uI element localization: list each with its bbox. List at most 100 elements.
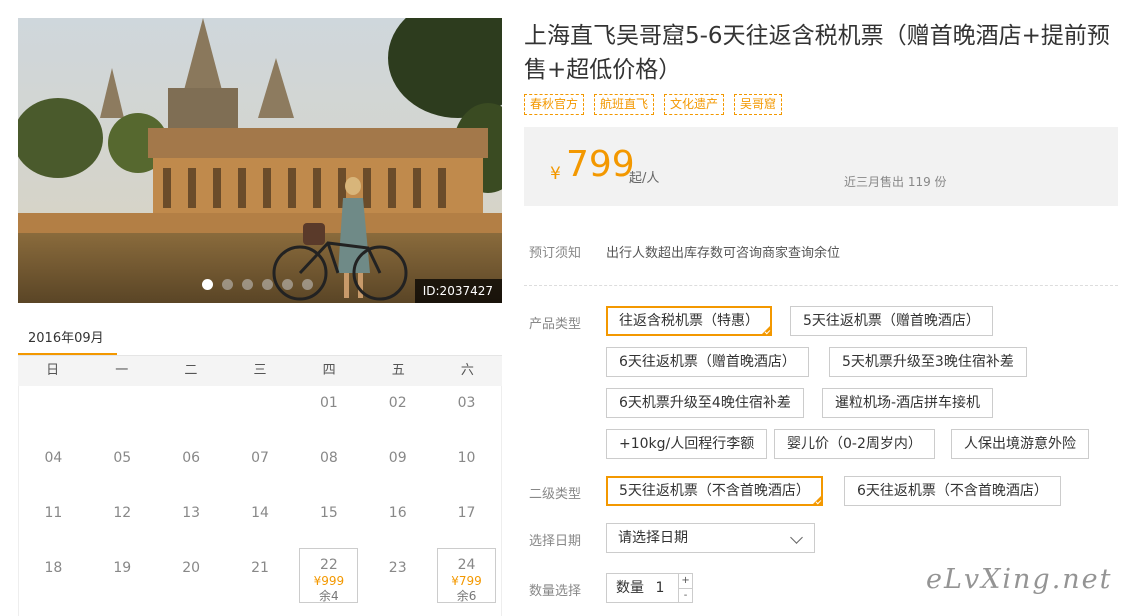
- calendar-day: 13: [157, 496, 226, 551]
- quantity-step-buttons: + -: [678, 574, 692, 602]
- calendar-day: 12: [88, 496, 157, 551]
- calendar-day: 15: [294, 496, 363, 551]
- calendar-day: 14: [226, 496, 295, 551]
- carousel-dot[interactable]: [302, 279, 313, 290]
- calendar-day: 11: [19, 496, 88, 551]
- price-panel: ¥ 799 起/人 近三月售出 119 份: [524, 127, 1118, 206]
- date-label: 选择日期: [529, 534, 582, 549]
- subtype-label: 二级类型: [529, 487, 582, 502]
- day-stock: 余4: [319, 589, 339, 603]
- weekday-label: 三: [253, 363, 267, 378]
- carousel-dot[interactable]: [242, 279, 253, 290]
- day-number: 05: [113, 450, 132, 466]
- product-type-option[interactable]: 6天往返机票（赠首晚酒店）: [606, 347, 809, 377]
- date-select[interactable]: 请选择日期: [606, 523, 815, 553]
- calendar-weekday-header: 日一二三四五六: [18, 356, 502, 386]
- day-number: 12: [113, 505, 132, 521]
- carousel-dot[interactable]: [282, 279, 293, 290]
- day-number: 17: [457, 505, 476, 521]
- date-select-value: 请选择日期: [618, 530, 688, 546]
- day-number: 16: [388, 505, 407, 521]
- day-number: 08: [319, 450, 338, 466]
- currency-symbol: ¥: [550, 164, 561, 184]
- day-number: 11: [44, 505, 63, 521]
- quantity-increase-button[interactable]: +: [679, 574, 692, 588]
- product-type-option[interactable]: 暹粒机场-酒店拼车接机: [822, 388, 994, 418]
- carousel-dot[interactable]: [222, 279, 233, 290]
- product-tags: 春秋官方 航班直飞 文化遗产 吴哥窟: [524, 94, 783, 115]
- carousel-dot[interactable]: [262, 279, 273, 290]
- day-number: 03: [457, 395, 476, 411]
- calendar-day-available[interactable]: 24 ¥799 余6: [437, 548, 496, 603]
- chevron-down-icon: [790, 531, 803, 544]
- calendar-day: [226, 386, 295, 441]
- calendar-day: [88, 386, 157, 441]
- calendar-day: 05: [88, 441, 157, 496]
- angkor-wat-photo: [18, 18, 502, 303]
- calendar-day: 09: [363, 441, 432, 496]
- day-number: 10: [457, 450, 476, 466]
- day-number: 02: [388, 395, 407, 411]
- site-watermark: eLvXing.net: [926, 564, 1113, 595]
- product-type-option[interactable]: 婴儿价（0-2周岁内）: [774, 429, 935, 459]
- day-number: 23: [388, 560, 407, 576]
- subtype-option[interactable]: 5天往返机票（不含首晚酒店）: [606, 476, 823, 506]
- calendar-day: 18: [19, 551, 88, 606]
- subtype-option[interactable]: 6天往返机票（不含首晚酒店）: [844, 476, 1061, 506]
- notice-label: 预订须知: [529, 246, 582, 261]
- day-number: 04: [44, 450, 63, 466]
- calendar-day: 17: [432, 496, 501, 551]
- quantity-input[interactable]: 1: [652, 574, 679, 602]
- product-type-option[interactable]: +10kg/人回程行李额: [606, 429, 768, 459]
- calendar-day: 19: [88, 551, 157, 606]
- weekday-label: 四: [322, 363, 336, 378]
- day-number: 13: [182, 505, 201, 521]
- carousel-dots: [202, 279, 313, 290]
- calendar-day: 06: [157, 441, 226, 496]
- weekday-label: 六: [460, 363, 474, 378]
- section-divider: [524, 285, 1118, 286]
- product-type-option[interactable]: 5天往返机票（赠首晚酒店）: [790, 306, 993, 336]
- calendar-day: 20: [157, 551, 226, 606]
- product-type-option[interactable]: 人保出境游意外险: [951, 429, 1089, 459]
- calendar-day: 02: [363, 386, 432, 441]
- day-price: ¥999: [313, 574, 345, 588]
- day-number: 21: [251, 560, 269, 576]
- day-number: 01: [319, 395, 338, 411]
- notice-text: 出行人数超出库存数可咨询商家查询余位: [606, 246, 841, 261]
- calendar-month-tab[interactable]: 2016年09月: [18, 320, 117, 356]
- day-number: 09: [388, 450, 407, 466]
- carousel-dot[interactable]: [202, 279, 213, 290]
- photo-id-badge: ID:2037427: [414, 279, 502, 303]
- product-type-label: 产品类型: [529, 317, 582, 332]
- day-number: 06: [182, 450, 201, 466]
- price-unit: 起/人: [629, 171, 660, 186]
- calendar-day: 07: [226, 441, 295, 496]
- day-stock: 余6: [456, 589, 477, 603]
- weekday-label: 一: [115, 363, 129, 378]
- product-tag: 春秋官方: [524, 94, 585, 115]
- calendar-day-available[interactable]: 22 ¥999 余4: [299, 548, 359, 603]
- sold-count: 近三月售出 119 份: [844, 175, 947, 189]
- calendar-grid: 01 02 03 04 05 06 07 08 09 10 11 12 13 14 15 16 17 18 19 20…: [18, 386, 502, 616]
- day-number: 19: [113, 560, 132, 576]
- product-type-option[interactable]: 5天机票升级至3晚住宿补差: [829, 347, 1027, 377]
- quantity-inner-label: 数量: [616, 580, 644, 596]
- product-type-option[interactable]: 6天机票升级至4晚住宿补差: [606, 388, 804, 418]
- product-tag: 吴哥窟: [734, 94, 783, 115]
- calendar-day: 16: [363, 496, 432, 551]
- day-number: 18: [44, 560, 63, 576]
- quantity-label: 数量选择: [529, 584, 582, 599]
- calendar-day: 03: [432, 386, 501, 441]
- product-tag: 文化遗产: [664, 94, 725, 115]
- product-type-option[interactable]: 往返含税机票（特惠）: [606, 306, 772, 336]
- day-number: 22: [319, 557, 338, 573]
- day-number: 20: [182, 560, 201, 576]
- calendar-day: 04: [19, 441, 88, 496]
- weekday-label: 日: [46, 363, 60, 378]
- day-price: ¥799: [451, 574, 482, 588]
- quantity-decrease-button[interactable]: -: [679, 587, 692, 603]
- price-amount: 799: [566, 144, 635, 185]
- product-photo[interactable]: ID:2037427: [18, 18, 502, 303]
- calendar-day: 08: [294, 441, 363, 496]
